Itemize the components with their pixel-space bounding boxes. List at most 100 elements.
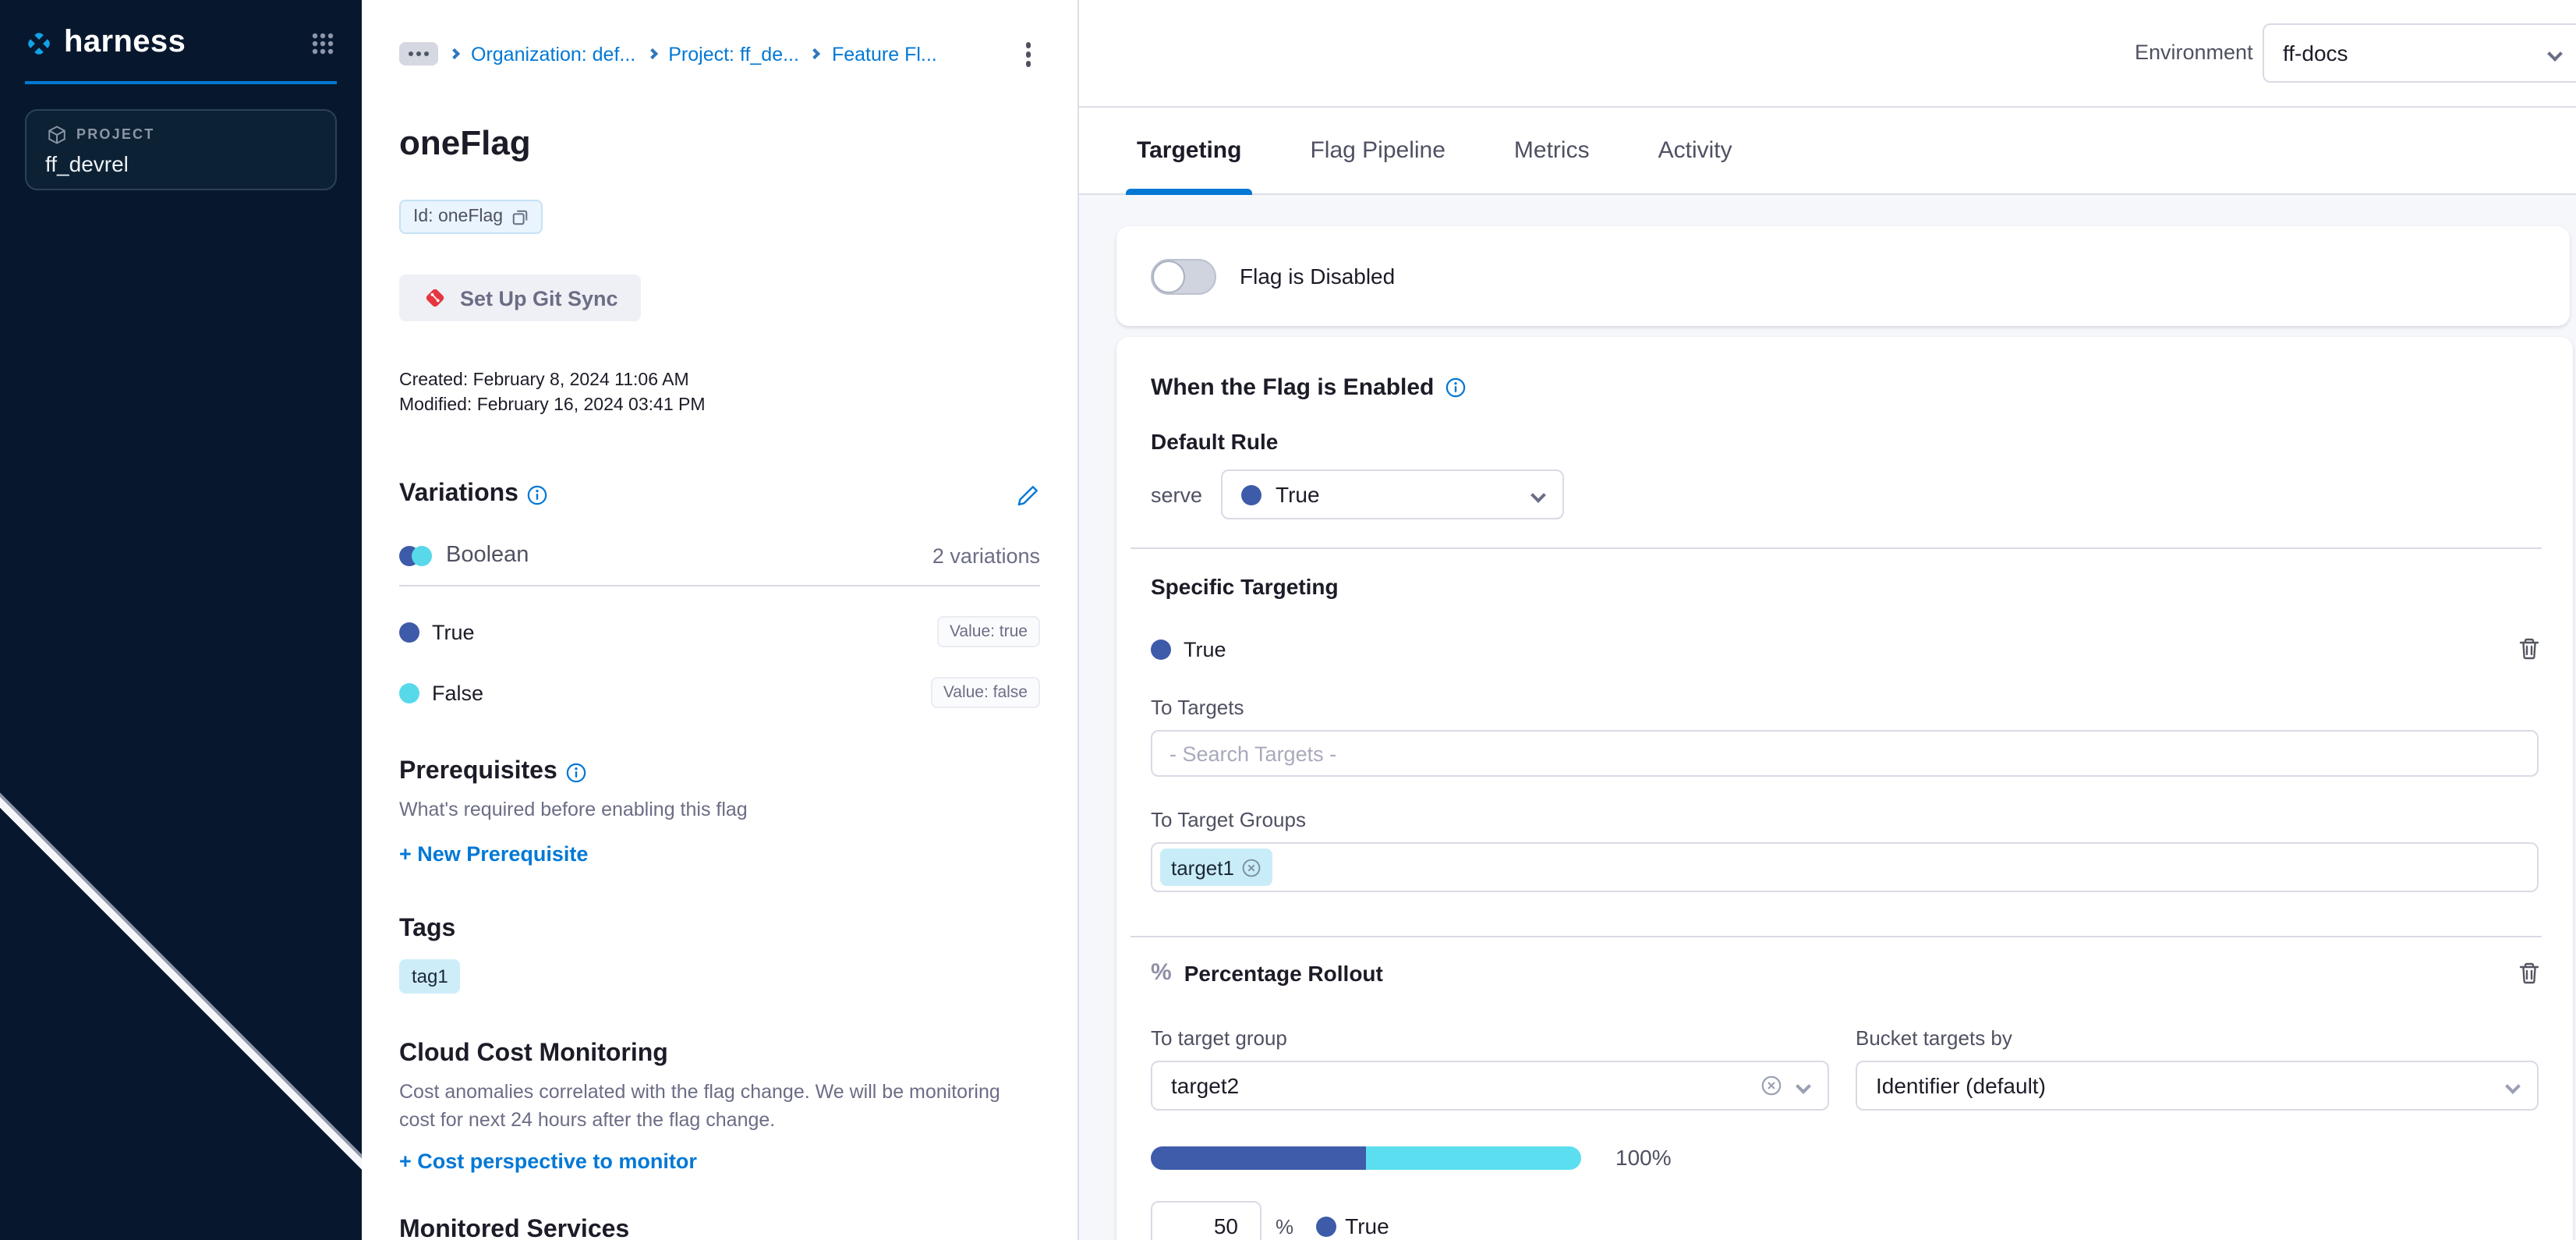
to-target-group-label: To target group bbox=[1151, 1026, 1856, 1050]
project-name: ff_devrel bbox=[45, 151, 317, 176]
kebab-menu-icon[interactable] bbox=[1016, 39, 1040, 69]
weight-variation-name: True bbox=[1345, 1213, 1389, 1238]
flag-id-text: Id: oneFlag bbox=[413, 207, 503, 226]
logo-underline bbox=[25, 81, 337, 84]
breadcrumb-feature-flags-link[interactable]: Feature Fl... bbox=[832, 44, 937, 66]
target-group-chip: target1 bbox=[1160, 849, 1273, 886]
target-groups-input[interactable]: target1 bbox=[1151, 842, 2539, 892]
divider bbox=[1131, 936, 2542, 937]
variation-value-chip: Value: true bbox=[937, 616, 1040, 647]
bucket-targets-by-label: Bucket targets by bbox=[1856, 1026, 2012, 1050]
tab-targeting[interactable]: Targeting bbox=[1137, 107, 1241, 194]
rollout-total-percent: 100% bbox=[1615, 1145, 1672, 1170]
variation-color-dot bbox=[399, 622, 419, 642]
breadcrumb-ellipsis-icon[interactable] bbox=[399, 43, 438, 66]
variation-color-dot bbox=[399, 682, 419, 703]
chevron-down-icon bbox=[1796, 1078, 1811, 1093]
cube-icon bbox=[45, 123, 67, 145]
flag-toggle-label: Flag is Disabled bbox=[1240, 264, 1395, 289]
monitored-services-heading: Monitored Services bbox=[399, 1217, 629, 1240]
cloud-cost-heading: Cloud Cost Monitoring bbox=[399, 1040, 668, 1068]
variations-heading: Variations bbox=[399, 480, 518, 508]
project-selector[interactable]: PROJECT ff_devrel bbox=[25, 109, 337, 190]
modified-timestamp: Modified: February 16, 2024 03:41 PM bbox=[399, 393, 1040, 418]
variation-color-dot bbox=[1151, 639, 1171, 659]
variation-type-row: Boolean 2 variations bbox=[399, 543, 1040, 568]
rollout-false-segment bbox=[1366, 1146, 1581, 1169]
new-prerequisite-button[interactable]: + New Prerequisite bbox=[399, 842, 1040, 866]
clear-icon[interactable] bbox=[1760, 1075, 1782, 1097]
info-icon[interactable] bbox=[567, 762, 587, 782]
cost-perspective-button[interactable]: + Cost perspective to monitor bbox=[399, 1150, 1040, 1173]
specific-variation-row: True bbox=[1151, 636, 2542, 661]
enabled-heading: When the Flag is Enabled bbox=[1151, 374, 1434, 401]
percentage-rollout-heading: Percentage Rollout bbox=[1184, 960, 1383, 985]
variation-name: False bbox=[432, 681, 483, 704]
edit-icon[interactable] bbox=[1017, 483, 1040, 506]
breadcrumb-project-link[interactable]: Project: ff_de... bbox=[668, 44, 799, 66]
variation-color-dot bbox=[1315, 1216, 1336, 1236]
git-sync-button[interactable]: Set Up Git Sync bbox=[399, 275, 642, 321]
tab-flag-pipeline[interactable]: Flag Pipeline bbox=[1310, 107, 1445, 194]
flag-enabled-toggle[interactable] bbox=[1151, 258, 1216, 294]
percentage-rollout-row: % Percentage Rollout bbox=[1151, 959, 2542, 986]
boolean-venn-icon bbox=[399, 545, 432, 565]
environment-select[interactable]: ff-docs bbox=[2263, 23, 2576, 83]
to-targets-label: To Targets bbox=[1151, 696, 2542, 719]
app-window: harness PROJECT ff_devrel Overview bbox=[0, 0, 2576, 1240]
tags-heading: Tags bbox=[399, 916, 455, 944]
flag-detail-panel: Organization: def... Project: ff_de... F… bbox=[362, 0, 1079, 1240]
module-grid-icon[interactable] bbox=[309, 29, 337, 57]
tag-chip[interactable]: tag1 bbox=[399, 959, 461, 994]
environment-label: Environment bbox=[2135, 41, 2253, 64]
targeting-rules-card: When the Flag is Enabled Default Rule se… bbox=[1116, 337, 2573, 1240]
percent-icon: % bbox=[1151, 959, 1172, 986]
targeting-panel: Environment ff-docs Targeting Flag Pipel… bbox=[1079, 0, 2576, 1240]
variation-count: 2 variations bbox=[932, 544, 1040, 567]
serve-variation-select[interactable]: True bbox=[1221, 469, 1564, 519]
bucket-targets-by-select[interactable]: Identifier (default) bbox=[1856, 1061, 2539, 1111]
cloud-cost-description: Cost anomalies correlated with the flag … bbox=[399, 1078, 1023, 1134]
rollout-target-group-select[interactable]: target2 bbox=[1151, 1061, 1829, 1111]
search-targets-input[interactable] bbox=[1151, 730, 2539, 777]
rollout-weight-row: % True bbox=[1151, 1201, 2542, 1240]
breadcrumb-org-link[interactable]: Organization: def... bbox=[471, 44, 635, 66]
harness-logo-icon bbox=[25, 29, 53, 57]
logo-row: harness bbox=[0, 0, 362, 61]
target-group-chip-label: target1 bbox=[1171, 856, 1234, 879]
trash-icon[interactable] bbox=[2517, 636, 2542, 661]
breadcrumb: Organization: def... Project: ff_de... F… bbox=[399, 39, 1040, 69]
git-icon bbox=[423, 285, 448, 310]
sidebar: harness PROJECT ff_devrel Overview bbox=[0, 0, 362, 1240]
info-icon[interactable] bbox=[528, 484, 548, 505]
flag-id-chip: Id: oneFlag bbox=[399, 200, 542, 234]
chip-remove-icon[interactable] bbox=[1242, 857, 1262, 877]
variation-color-dot bbox=[1241, 484, 1261, 505]
git-sync-label: Set Up Git Sync bbox=[460, 286, 618, 310]
project-label: PROJECT bbox=[76, 126, 154, 142]
chevron-down-icon bbox=[2547, 46, 2563, 62]
weight-unit: % bbox=[1276, 1214, 1293, 1238]
prerequisites-heading: Prerequisites bbox=[399, 758, 557, 786]
logo-text: harness bbox=[64, 25, 309, 61]
rollout-true-segment bbox=[1151, 1146, 1366, 1169]
trash-icon[interactable] bbox=[2517, 960, 2542, 985]
tab-metrics[interactable]: Metrics bbox=[1514, 107, 1590, 194]
breadcrumb-chevron-icon bbox=[810, 48, 821, 59]
breadcrumb-chevron-icon bbox=[449, 48, 460, 59]
tab-bar: Targeting Flag Pipeline Metrics Activity bbox=[1079, 108, 2576, 195]
variation-value-chip: Value: false bbox=[931, 677, 1040, 708]
copy-icon[interactable] bbox=[511, 208, 528, 225]
chevron-down-icon bbox=[2505, 1078, 2521, 1093]
variation-type-label: Boolean bbox=[446, 543, 529, 568]
weight-input[interactable] bbox=[1151, 1201, 1261, 1240]
serve-label: serve bbox=[1151, 483, 1202, 506]
page-title: oneFlag bbox=[399, 122, 1040, 163]
chevron-down-icon bbox=[1530, 487, 1546, 502]
specific-targeting-heading: Specific Targeting bbox=[1151, 574, 2542, 599]
variation-row-false: False Value: false bbox=[399, 677, 1040, 708]
tab-activity[interactable]: Activity bbox=[1658, 107, 1732, 194]
flag-toggle-card: Flag is Disabled bbox=[1116, 226, 2570, 326]
info-icon[interactable] bbox=[1445, 377, 1465, 398]
environment-header: Environment ff-docs bbox=[1079, 0, 2576, 108]
